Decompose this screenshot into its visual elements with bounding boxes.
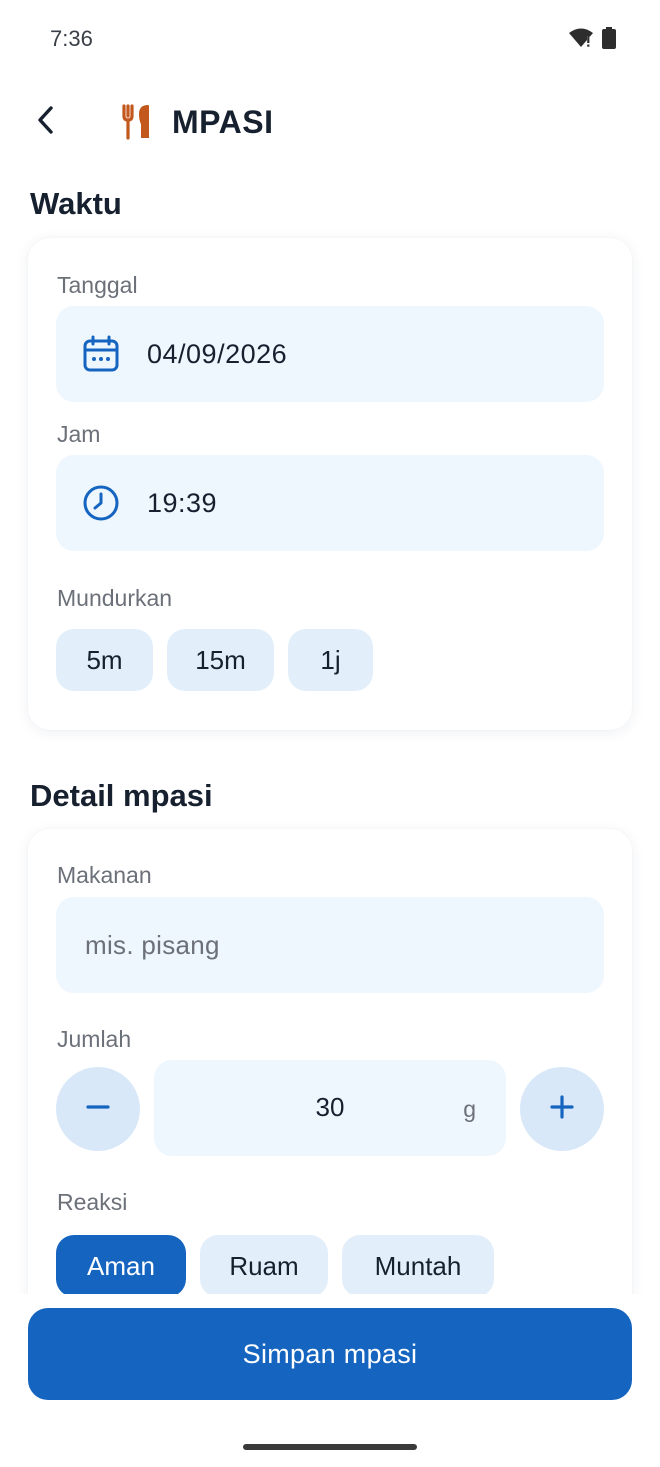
back-button[interactable] — [24, 100, 68, 144]
tanggal-label: Tanggal — [57, 272, 138, 298]
time-field[interactable]: 19:39 — [56, 455, 604, 551]
status-bar: 7:36 — [0, 0, 660, 80]
amount-value: 30 — [315, 1092, 345, 1122]
section-title-waktu: Waktu — [30, 186, 122, 221]
makanan-label: Makanan — [57, 862, 152, 888]
date-field[interactable]: 04/09/2026 — [56, 306, 604, 402]
plus-icon — [550, 1094, 574, 1124]
save-button[interactable]: Simpan mpasi — [28, 1308, 632, 1400]
gesture-nav-handle[interactable] — [243, 1444, 417, 1450]
mundurkan-label: Mundurkan — [57, 585, 173, 611]
waktu-card: Tanggal 04/09/2026 Jam 19:39 Mundurkan 5… — [28, 238, 632, 730]
date-value: 04/09/2026 — [147, 338, 288, 369]
back-arrow-icon — [35, 105, 57, 140]
page-title: MPASI — [172, 104, 274, 140]
app-bar: MPASI — [0, 90, 660, 160]
status-time: 7:36 — [50, 26, 93, 51]
clock-icon — [81, 483, 121, 523]
section-title-detail: Detail mpasi — [30, 778, 213, 813]
reaction-chip-muntah[interactable]: Muntah — [342, 1235, 494, 1297]
increase-button[interactable] — [520, 1067, 604, 1151]
food-input[interactable]: mis. pisang — [56, 897, 604, 993]
detail-card: Makanan mis. pisang Jumlah 30 g Reaksi A… — [28, 829, 632, 1349]
food-placeholder: mis. pisang — [85, 929, 220, 960]
jumlah-label: Jumlah — [57, 1026, 132, 1052]
offset-chip-1j[interactable]: 1j — [288, 629, 373, 691]
battery-icon — [602, 27, 616, 54]
wifi-icon — [568, 27, 594, 54]
decrease-button[interactable] — [56, 1067, 140, 1151]
utensils-icon — [120, 104, 154, 140]
reaksi-label: Reaksi — [57, 1189, 128, 1215]
offset-chip-5m[interactable]: 5m — [56, 629, 153, 691]
reaction-chip-ruam[interactable]: Ruam — [200, 1235, 328, 1297]
time-value: 19:39 — [147, 487, 218, 518]
jam-label: Jam — [57, 421, 101, 447]
minus-icon — [86, 1095, 110, 1124]
reaction-chip-aman[interactable]: Aman — [56, 1235, 186, 1297]
offset-chip-15m[interactable]: 15m — [167, 629, 274, 691]
status-icons — [568, 27, 616, 54]
calendar-icon — [81, 334, 121, 374]
amount-unit: g — [463, 1096, 476, 1122]
amount-stepper[interactable]: 30 g — [154, 1060, 506, 1156]
